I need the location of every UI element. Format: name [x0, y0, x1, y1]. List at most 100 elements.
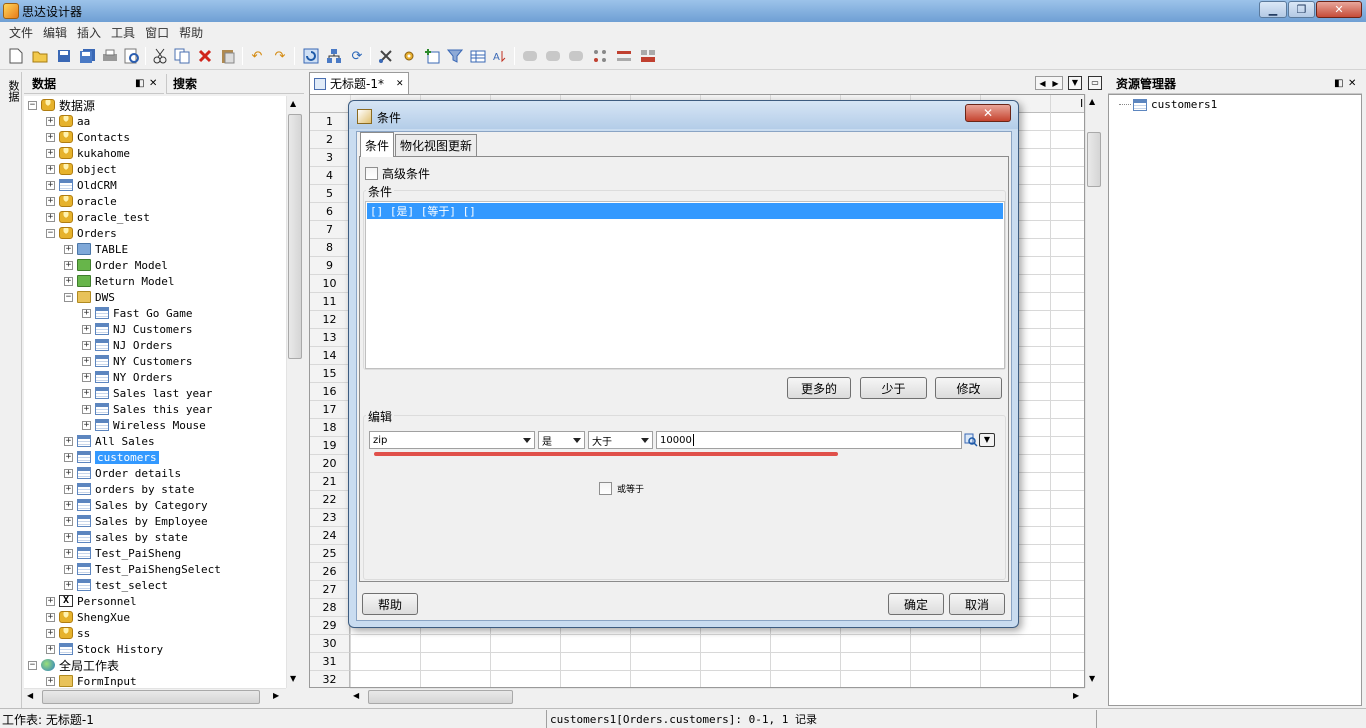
preview-icon[interactable] — [123, 47, 141, 65]
tree-node[interactable]: + sales by state — [64, 529, 188, 545]
expand-toggle-icon[interactable]: + — [64, 548, 73, 558]
tree-node[interactable]: + Fast Go Game — [82, 305, 192, 321]
tree-node[interactable]: − Orders — [46, 225, 117, 241]
expand-toggle-icon[interactable]: + — [64, 500, 73, 510]
row-header[interactable]: 12 — [310, 311, 350, 329]
collapse-toggle-icon[interactable]: − — [64, 292, 73, 302]
row-header[interactable]: 9 — [310, 257, 350, 275]
more-button[interactable]: 更多的 — [787, 377, 851, 399]
tree-node[interactable]: − 全局工作表 — [28, 657, 119, 673]
minimize-button[interactable]: ▁ — [1259, 1, 1287, 18]
value-dropdown-icon[interactable]: ▼ — [979, 433, 995, 447]
tab-nav-arrows[interactable]: ◀ ▶ — [1035, 76, 1063, 90]
sync-icon[interactable]: ⟳ — [348, 47, 366, 65]
expand-toggle-icon[interactable]: + — [64, 580, 73, 590]
side-tab-data[interactable]: 数据 — [5, 80, 21, 102]
delete-icon[interactable] — [196, 47, 214, 65]
menu-window[interactable]: 窗口 — [140, 24, 174, 41]
hierarchy-icon[interactable] — [325, 47, 343, 65]
tree-node[interactable]: − 数据源 — [28, 97, 95, 113]
tree-node[interactable]: + Sales last year — [82, 385, 212, 401]
row-header[interactable]: 32 — [310, 671, 350, 687]
panel-close-icon[interactable]: ✕ — [149, 78, 157, 89]
resource-item[interactable]: customers1 — [1119, 98, 1217, 111]
expand-toggle-icon[interactable]: + — [82, 308, 91, 318]
tab-materialized-view[interactable]: 物化视图更新 — [395, 134, 478, 156]
expand-toggle-icon[interactable]: + — [46, 676, 55, 686]
less-button[interactable]: 少于 — [860, 377, 927, 399]
tree-node[interactable]: + customers — [64, 449, 159, 465]
menu-insert[interactable]: 插入 — [72, 24, 106, 41]
expand-toggle-icon[interactable]: + — [46, 612, 55, 622]
field-combo[interactable]: zip — [369, 431, 535, 449]
tree-node[interactable]: + aa — [46, 113, 90, 129]
close-button[interactable]: ✕ — [1316, 1, 1362, 18]
menu-file[interactable]: 文件 — [4, 24, 38, 41]
row-header[interactable]: 26 — [310, 563, 350, 581]
row-header[interactable]: 5 — [310, 185, 350, 203]
expand-toggle-icon[interactable]: + — [82, 404, 91, 414]
collapse-toggle-icon[interactable]: − — [46, 228, 55, 238]
save-icon[interactable] — [55, 47, 73, 65]
tree-node[interactable]: + Contacts — [46, 129, 130, 145]
tab-list-icon[interactable]: ▼ — [1068, 76, 1082, 90]
undo-icon[interactable]: ↶ — [248, 47, 266, 65]
modify-button[interactable]: 修改 — [935, 377, 1002, 399]
tree-node[interactable]: + object — [46, 161, 117, 177]
row-header[interactable]: 23 — [310, 509, 350, 527]
expand-toggle-icon[interactable]: + — [64, 452, 73, 462]
row-header[interactable]: 7 — [310, 221, 350, 239]
tree-node[interactable]: + NJ Customers — [82, 321, 192, 337]
open-folder-icon[interactable] — [31, 47, 49, 65]
expand-toggle-icon[interactable]: + — [82, 420, 91, 430]
expand-toggle-icon[interactable]: + — [46, 180, 55, 190]
expand-toggle-icon[interactable]: + — [64, 564, 73, 574]
ok-button[interactable]: 确定 — [888, 593, 944, 615]
row-header[interactable]: 8 — [310, 239, 350, 257]
expand-toggle-icon[interactable]: + — [46, 164, 55, 174]
expand-toggle-icon[interactable]: + — [64, 484, 73, 494]
expand-toggle-icon[interactable]: + — [64, 532, 73, 542]
resource-close-icon[interactable]: ✕ — [1348, 78, 1356, 89]
dialog-close-button[interactable]: ✕ — [965, 104, 1011, 122]
tool-sort-icon[interactable]: A — [491, 47, 509, 65]
doc-tab[interactable]: 无标题-1* ✕ — [309, 72, 409, 94]
or-equal-row[interactable]: 或等于 — [599, 482, 644, 495]
row-header[interactable]: 13 — [310, 329, 350, 347]
row-header[interactable]: 29 — [310, 617, 350, 635]
expand-toggle-icon[interactable]: + — [46, 644, 55, 654]
row-header[interactable]: 25 — [310, 545, 350, 563]
expand-toggle-icon[interactable]: + — [64, 244, 73, 254]
tool-filter-icon[interactable] — [446, 47, 464, 65]
row-header[interactable]: 6 — [310, 203, 350, 221]
tree-node[interactable]: + Order details — [64, 465, 181, 481]
expand-toggle-icon[interactable]: + — [64, 516, 73, 526]
tree-node[interactable]: + OldCRM — [46, 177, 117, 193]
tool-table-icon[interactable] — [469, 47, 487, 65]
help-button[interactable]: 帮助 — [362, 593, 418, 615]
tool-disabled1-icon[interactable] — [521, 47, 539, 65]
operator-combo[interactable]: 大于 — [588, 431, 653, 449]
menu-help[interactable]: 帮助 — [174, 24, 208, 41]
row-header[interactable]: 3 — [310, 149, 350, 167]
row-header[interactable]: 15 — [310, 365, 350, 383]
tab-conditions[interactable]: 条件 — [360, 132, 395, 157]
tree-node[interactable]: + Wireless Mouse — [82, 417, 206, 433]
tree-node[interactable]: + orders by state — [64, 481, 194, 497]
tree-vscroll[interactable]: ▲ ▼ — [286, 96, 303, 688]
save-all-icon[interactable] — [79, 47, 97, 65]
expand-toggle-icon[interactable]: + — [64, 436, 73, 446]
tree-node[interactable]: + kukahome — [46, 145, 130, 161]
copy-icon[interactable] — [173, 47, 191, 65]
conditions-list[interactable]: [] [是] [等于] [] — [365, 201, 1005, 369]
expand-toggle-icon[interactable]: + — [64, 468, 73, 478]
expand-toggle-icon[interactable]: + — [46, 212, 55, 222]
resource-pin-icon[interactable]: ◧ — [1334, 78, 1343, 89]
row-header[interactable]: 28 — [310, 599, 350, 617]
row-header[interactable]: 16 — [310, 383, 350, 401]
expand-toggle-icon[interactable]: + — [46, 596, 55, 606]
grid-hscroll[interactable]: ◀ ▶ — [350, 688, 1085, 705]
tree-hscroll[interactable]: ◀ ▶ — [24, 688, 286, 705]
row-header[interactable]: 17 — [310, 401, 350, 419]
tree-node[interactable]: + oracle — [46, 193, 117, 209]
